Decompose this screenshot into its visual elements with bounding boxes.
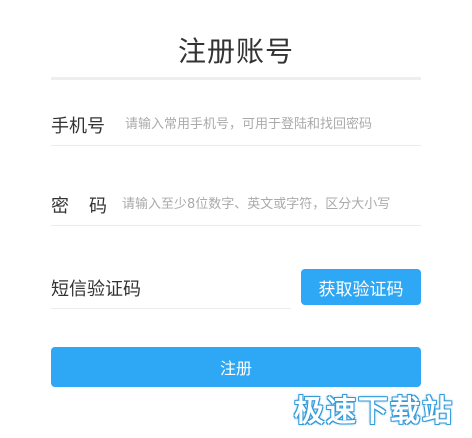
sms-code-input[interactable] [159,265,289,309]
password-row: 密码 [51,182,421,226]
password-underline [51,225,421,226]
site-watermark: 极速下载站 [294,394,454,429]
phone-underline [51,145,421,146]
phone-row: 手机号 [51,102,421,146]
get-sms-code-button[interactable]: 获取验证码 [301,269,421,305]
phone-input[interactable] [125,102,421,146]
phone-label: 手机号 [51,116,105,137]
page-title: 注册账号 [177,35,294,68]
register-button[interactable]: 注册 [51,347,421,387]
sms-code-underline [51,308,291,309]
sms-code-label: 短信验证码 [51,279,141,300]
sms-code-row: 短信验证码 [51,265,291,309]
title-divider [51,77,421,80]
password-label: 密码 [51,196,127,217]
password-input[interactable] [122,182,421,226]
